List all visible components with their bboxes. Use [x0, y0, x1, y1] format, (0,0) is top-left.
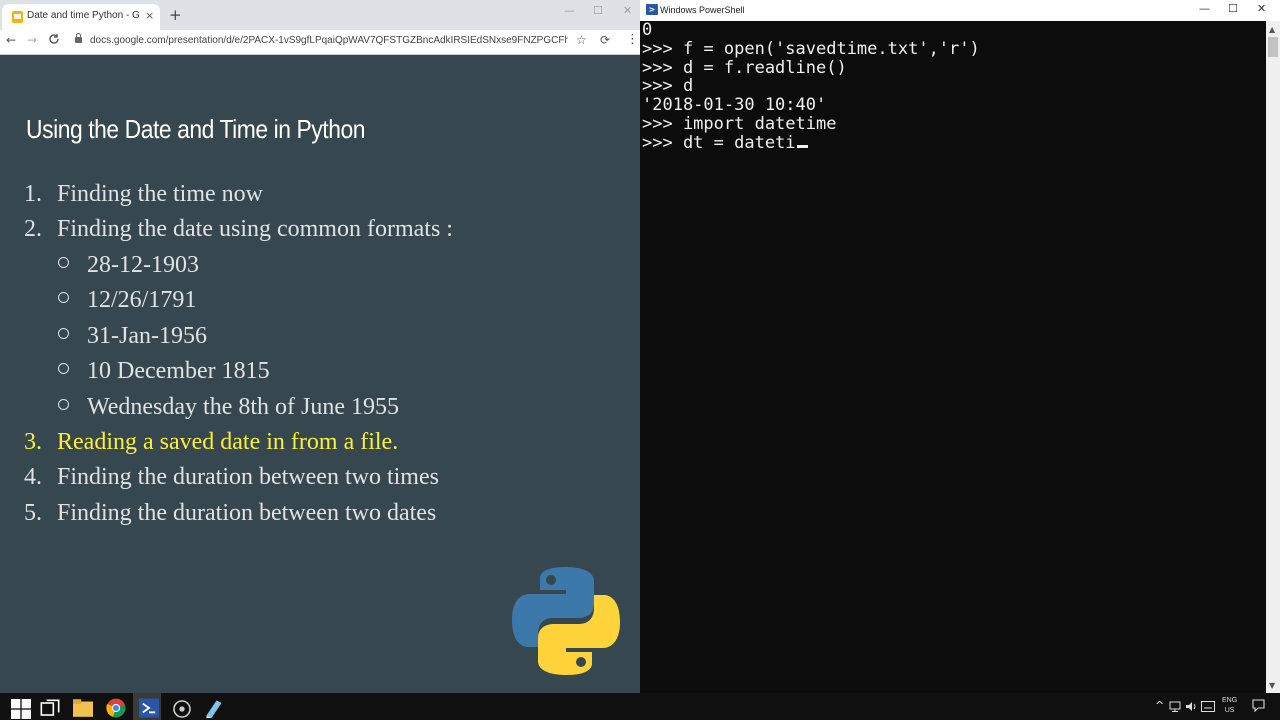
reload-icon[interactable]	[48, 33, 60, 48]
console-input-text: >>> dt = dateti	[642, 132, 796, 153]
item-number: 4.	[24, 464, 42, 490]
back-icon[interactable]: ←	[6, 33, 16, 47]
close-button[interactable]: ✕	[623, 4, 632, 17]
console-output[interactable]: 0 >>> f = open('savedtime.txt','r') >>> d …	[642, 21, 1262, 153]
task-view-icon[interactable]	[40, 699, 60, 719]
forward-icon[interactable]: →	[27, 33, 37, 47]
cortana-icon[interactable]	[172, 699, 192, 719]
console-line: >>> import datetime	[642, 113, 837, 134]
scroll-down-icon[interactable]: ▼	[1269, 681, 1275, 690]
address-bar[interactable]: docs.google.com/presentation/d/e/2PACX-1…	[90, 35, 568, 46]
sub-item-text: 10 December 1815	[87, 358, 270, 384]
scrollbar[interactable]: ▲ ▼	[1266, 21, 1280, 693]
item-number: 2.	[24, 216, 42, 242]
powershell-icon: >	[646, 4, 658, 15]
browser-titlebar: Date and time Python - Google S × + — ☐ …	[0, 0, 640, 30]
circle-bullet-icon	[58, 328, 69, 339]
sub-item-text: 31-Jan-1956	[87, 323, 207, 349]
browser-tab[interactable]: Date and time Python - Google S ×	[2, 4, 160, 30]
new-tab-button[interactable]: +	[169, 6, 182, 24]
item-text: Reading a saved date in from a file.	[57, 429, 399, 455]
tray-chevron-icon[interactable]: ^	[1155, 699, 1164, 712]
circle-bullet-icon	[58, 257, 69, 268]
network-icon[interactable]	[1169, 701, 1181, 712]
extension-icon[interactable]: ⟳	[600, 33, 610, 47]
item-text: Finding the duration between two times	[57, 464, 439, 490]
python-logo-icon	[512, 567, 620, 675]
window-title: Windows PowerShell	[660, 5, 745, 15]
scroll-up-icon[interactable]: ▲	[1269, 25, 1275, 34]
item-text: Finding the time now	[57, 181, 263, 207]
file-explorer-icon[interactable]	[73, 698, 93, 718]
console-line: >>> d = f.readline()	[642, 57, 847, 78]
item-number: 5.	[24, 500, 42, 526]
console-line: >>> f = open('savedtime.txt','r')	[642, 38, 980, 59]
lock-icon	[75, 33, 82, 43]
console-line: >>> d	[642, 76, 694, 97]
item-text: Finding the date using common formats :	[57, 216, 453, 242]
powershell-taskbar-icon[interactable]	[139, 698, 159, 718]
slide-title: Using the Date and Time in Python	[26, 114, 366, 144]
slides-icon	[12, 11, 23, 23]
bookmark-star-icon[interactable]: ☆	[576, 33, 587, 47]
console-input-line[interactable]: >>> dt = dateti	[642, 132, 1262, 153]
browser-toolbar: ← → docs.google.com/presentation/d/e/2PA…	[0, 30, 640, 55]
taskbar: ^ ENG US	[0, 693, 1280, 720]
tab-close-icon[interactable]: ×	[145, 9, 154, 22]
browser-window: Date and time Python - Google S × + — ☐ …	[0, 0, 640, 693]
scrollbar-thumb[interactable]	[1268, 37, 1278, 57]
circle-bullet-icon	[58, 399, 69, 410]
minimize-button[interactable]: —	[564, 4, 575, 17]
chrome-icon[interactable]	[106, 698, 126, 718]
browser-menu-icon[interactable]: ⋮	[626, 32, 639, 47]
text-cursor	[796, 144, 808, 148]
sub-item-text: 28-12-1903	[87, 252, 199, 278]
keyboard-icon[interactable]	[1201, 701, 1215, 712]
powershell-titlebar: > Windows PowerShell — ☐ ✕	[640, 0, 1280, 21]
item-number: 3.	[24, 429, 42, 455]
language-code: ENG	[1222, 697, 1238, 704]
maximize-button[interactable]: ☐	[1228, 2, 1238, 15]
powershell-window: > Windows PowerShell — ☐ ✕ 0 >>> f = open…	[640, 0, 1280, 693]
reload-glyph	[49, 34, 59, 44]
circle-bullet-icon	[58, 292, 69, 303]
notification-icon[interactable]	[1252, 699, 1265, 712]
windows-start-icon[interactable]	[11, 699, 31, 719]
language-indicator[interactable]: ENG US	[1222, 696, 1237, 716]
sub-item-text: Wednesday the 8th of June 1955	[87, 394, 399, 420]
minimize-button[interactable]: —	[1199, 2, 1210, 15]
maximize-button[interactable]: ☐	[593, 4, 603, 17]
circle-bullet-icon	[58, 363, 69, 374]
presentation-slide: Using the Date and Time in Python 1. Fin…	[0, 55, 640, 693]
notepad-icon[interactable]	[204, 698, 224, 718]
console-line: '2018-01-30 10:40'	[642, 95, 827, 116]
item-number: 1.	[24, 181, 42, 207]
close-button[interactable]: ✕	[1257, 2, 1266, 15]
region-code: US	[1224, 707, 1235, 714]
console-line: 0	[642, 20, 653, 40]
item-text: Finding the duration between two dates	[57, 500, 437, 526]
tab-title: Date and time Python - Google S	[27, 10, 139, 21]
sub-item-text: 12/26/1791	[87, 287, 197, 313]
volume-icon[interactable]	[1185, 701, 1197, 712]
